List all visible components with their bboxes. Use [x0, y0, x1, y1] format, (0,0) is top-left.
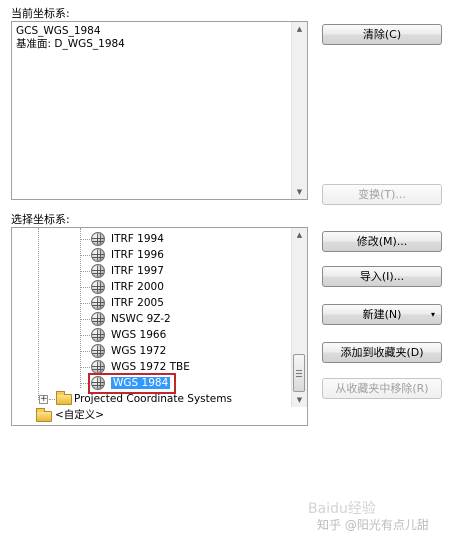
tree-item[interactable]: ITRF 2000: [111, 279, 164, 295]
import-button[interactable]: 导入(I)...: [322, 266, 442, 287]
current-cs-textbox[interactable]: GCS_WGS_1984 基准面: D_WGS_1984 ▲ ▼: [11, 21, 308, 200]
tree-item[interactable]: NSWC 9Z-2: [111, 311, 171, 327]
tree-guide-line: [38, 228, 39, 400]
tree-scrollbar[interactable]: ▲ ▼: [291, 228, 307, 407]
globe-icon: [91, 280, 105, 294]
globe-icon: [91, 264, 105, 278]
expand-toggle[interactable]: +: [39, 395, 48, 404]
dropdown-arrow-icon: ▾: [430, 310, 435, 319]
tree-item[interactable]: ITRF 1994: [111, 231, 164, 247]
tree-item[interactable]: ITRF 1997: [111, 263, 164, 279]
globe-icon: [91, 248, 105, 262]
globe-icon: [91, 344, 105, 358]
scroll-up-arrow[interactable]: ▲: [292, 228, 307, 242]
clear-button[interactable]: 清除(C): [322, 24, 442, 45]
current-cs-name: GCS_WGS_1984: [16, 25, 101, 37]
current-cs-datum: 基准面: D_WGS_1984: [16, 38, 125, 50]
cs-tree[interactable]: ITRF 1994 ITRF 1996 ITRF 1997 ITRF 2000 …: [11, 227, 308, 426]
baidu-watermark: Baidu经验: [308, 501, 376, 517]
current-cs-text: GCS_WGS_1984 基准面: D_WGS_1984: [12, 22, 307, 54]
tree-item[interactable]: WGS 1966: [111, 327, 166, 343]
tree-item-custom[interactable]: <自定义>: [55, 407, 104, 423]
modify-button[interactable]: 修改(M)...: [322, 231, 442, 252]
add-to-favorites-button[interactable]: 添加到收藏夹(D): [322, 342, 442, 363]
folder-icon: [36, 408, 52, 422]
remove-from-favorites-button[interactable]: 从收藏夹中移除(R): [322, 378, 442, 399]
new-button[interactable]: 新建(N) ▾: [322, 304, 442, 325]
scroll-down-arrow[interactable]: ▼: [292, 185, 307, 199]
globe-icon: [91, 312, 105, 326]
scroll-thumb[interactable]: [293, 354, 305, 392]
tree-item-projected[interactable]: Projected Coordinate Systems: [74, 391, 232, 407]
tree-item[interactable]: ITRF 1996: [111, 247, 164, 263]
tree-guide-line: [80, 228, 81, 388]
scroll-up-arrow[interactable]: ▲: [292, 22, 307, 36]
scroll-down-arrow[interactable]: ▼: [292, 393, 307, 407]
current-cs-label: 当前坐标系:: [11, 7, 70, 20]
new-button-label: 新建(N): [362, 308, 402, 321]
globe-icon: [91, 328, 105, 342]
tree-item[interactable]: WGS 1972: [111, 343, 166, 359]
globe-icon: [91, 360, 105, 374]
tree-item[interactable]: ITRF 2005: [111, 295, 164, 311]
globe-icon: [91, 232, 105, 246]
folder-icon: [56, 391, 72, 405]
transform-button[interactable]: 变换(T)...: [322, 184, 442, 205]
globe-icon: [91, 296, 105, 310]
current-cs-scrollbar[interactable]: ▲ ▼: [291, 22, 307, 199]
select-cs-label: 选择坐标系:: [11, 213, 70, 226]
zhihu-watermark: 知乎 @阳光有点儿甜: [317, 518, 429, 532]
